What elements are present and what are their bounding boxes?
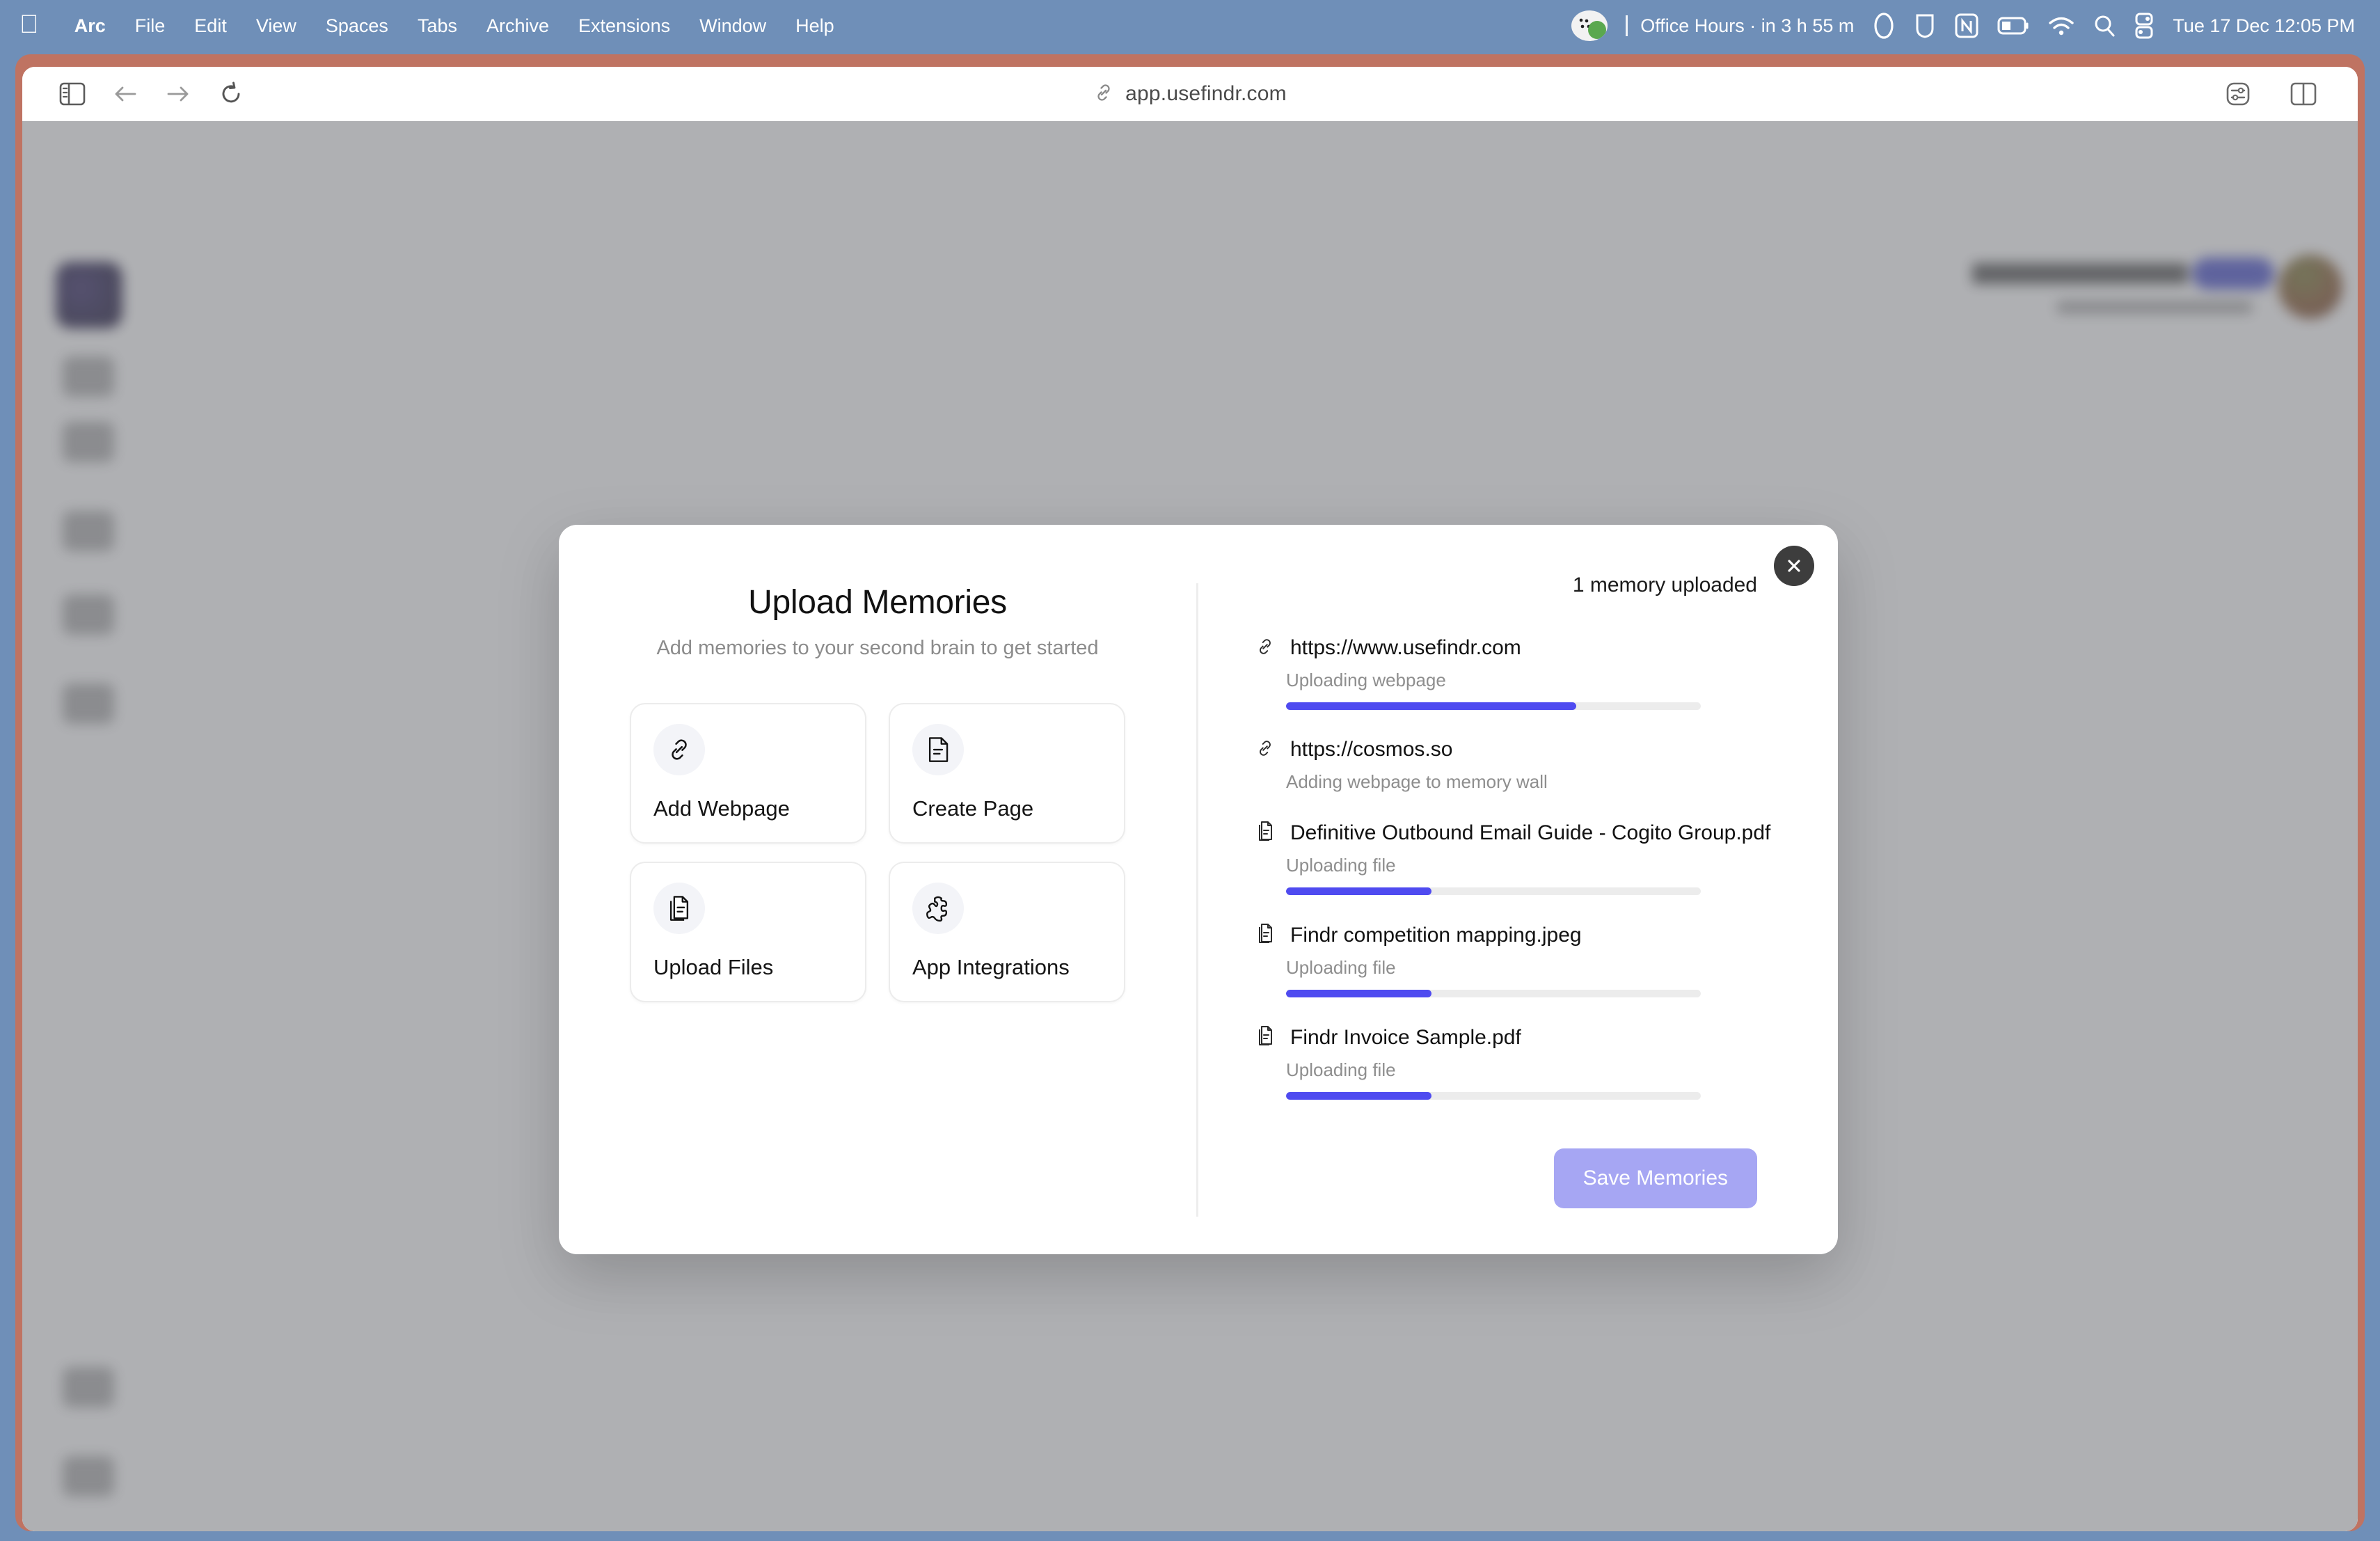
upload-item[interactable]: Definitive Outbound Email Guide - Cogito… bbox=[1255, 821, 1772, 895]
link-icon bbox=[1255, 637, 1275, 660]
menu-item-file[interactable]: File bbox=[120, 15, 180, 37]
link-icon bbox=[1255, 738, 1275, 761]
modal-subtitle: Add memories to your second brain to get… bbox=[656, 637, 1099, 659]
upload-progress-track bbox=[1286, 702, 1701, 710]
upload-memories-modal: Upload Memories Add memories to your sec… bbox=[559, 525, 1838, 1254]
link-icon bbox=[1093, 82, 1114, 106]
browser-content-frame: app.usefindr.com Upload Memories Add mem… bbox=[22, 67, 2358, 1531]
split-view-icon[interactable] bbox=[2277, 72, 2330, 116]
upload-item-name: Findr competition mapping.jpeg bbox=[1290, 923, 1582, 947]
upload-item-name: Findr Invoice Sample.pdf bbox=[1290, 1025, 1521, 1049]
upload-list: https://www.usefindr.com Uploading webpa… bbox=[1255, 636, 1772, 1128]
file-icon bbox=[1255, 821, 1275, 845]
upload-item-head: Findr competition mapping.jpeg bbox=[1255, 923, 1772, 947]
menu-item-arc[interactable]: Arc bbox=[60, 15, 120, 37]
upload-progress-fill bbox=[1286, 990, 1431, 997]
add-webpage-label: Add Webpage bbox=[653, 796, 790, 821]
upload-item-status: Uploading file bbox=[1286, 1059, 1396, 1080]
uploaded-count: 1 memory uploaded bbox=[1572, 574, 1757, 596]
forward-arrow-icon[interactable] bbox=[152, 72, 205, 116]
browser-window: app.usefindr.com Upload Memories Add mem… bbox=[15, 54, 2365, 1531]
upload-progress-track bbox=[1286, 887, 1701, 895]
wifi-icon[interactable] bbox=[2047, 15, 2075, 36]
menu-item-view[interactable]: View bbox=[241, 15, 311, 37]
modal-right-panel: 1 memory uploaded https://www.usefindr.c… bbox=[1198, 525, 1838, 1254]
upload-item-name: https://www.usefindr.com bbox=[1290, 636, 1521, 659]
toolbar-nav-group bbox=[22, 72, 257, 116]
menu-item-edit[interactable]: Edit bbox=[180, 15, 241, 37]
menu-item-help[interactable]: Help bbox=[781, 15, 849, 37]
app-integrations-card[interactable]: App Integrations bbox=[889, 862, 1125, 1002]
upload-item-status: Uploading webpage bbox=[1286, 670, 1446, 690]
upload-files-card[interactable]: Upload Files bbox=[630, 862, 866, 1002]
upload-item-status: Uploading file bbox=[1286, 957, 1396, 978]
link-icon bbox=[653, 724, 705, 775]
upload-item[interactable]: https://cosmos.so Adding webpage to memo… bbox=[1255, 738, 1772, 793]
upload-item-head: Findr Invoice Sample.pdf bbox=[1255, 1025, 1772, 1050]
upload-progress-fill bbox=[1286, 887, 1431, 895]
upload-progress-track bbox=[1286, 1092, 1701, 1100]
url-text: app.usefindr.com bbox=[1125, 82, 1287, 105]
save-memories-button[interactable]: Save Memories bbox=[1553, 1148, 1757, 1208]
modal-left-panel: Upload Memories Add memories to your sec… bbox=[559, 525, 1196, 1254]
menu-item-window[interactable]: Window bbox=[685, 15, 781, 37]
notion-icon[interactable] bbox=[1954, 13, 1979, 39]
save-row: Save Memories bbox=[1255, 1148, 1772, 1208]
search-icon[interactable] bbox=[2093, 14, 2116, 38]
upload-progress-track bbox=[1286, 990, 1701, 997]
upload-item-head: https://cosmos.so bbox=[1255, 738, 1772, 761]
file-icon bbox=[1255, 1025, 1275, 1050]
menubar-status-items: Office Hours · in 3 h 55 m Tue 17 Dec 12… bbox=[1571, 10, 2380, 41]
upload-item-name: https://cosmos.so bbox=[1290, 738, 1453, 761]
app-integrations-label: App Integrations bbox=[912, 955, 1070, 979]
app-status-icon[interactable] bbox=[1571, 10, 1608, 41]
menu-item-tabs[interactable]: Tabs bbox=[403, 15, 472, 37]
web-page-content: Upload Memories Add memories to your sec… bbox=[22, 121, 2358, 1531]
create-page-card[interactable]: Create Page bbox=[889, 703, 1125, 844]
upload-item-head: https://www.usefindr.com bbox=[1255, 636, 1772, 660]
upload-progress-fill bbox=[1286, 702, 1577, 710]
document-icon bbox=[912, 724, 964, 775]
clipboard-icon[interactable] bbox=[1914, 12, 1936, 40]
menu-item-archive[interactable]: Archive bbox=[472, 15, 564, 37]
close-icon[interactable] bbox=[1774, 546, 1814, 586]
status-divider bbox=[1626, 15, 1628, 36]
upload-item-head: Definitive Outbound Email Guide - Cogito… bbox=[1255, 821, 1772, 845]
battery-icon[interactable] bbox=[1997, 16, 2029, 35]
upload-files-label: Upload Files bbox=[653, 955, 774, 979]
upload-item-status: Uploading file bbox=[1286, 855, 1396, 876]
upload-item[interactable]: https://www.usefindr.com Uploading webpa… bbox=[1255, 636, 1772, 710]
url-bar[interactable]: app.usefindr.com bbox=[22, 82, 2358, 106]
calendar-status-text[interactable]: Office Hours · in 3 h 55 m bbox=[1640, 15, 1854, 37]
control-center-icon[interactable] bbox=[2134, 13, 2155, 39]
file-icon bbox=[1255, 923, 1275, 947]
add-webpage-card[interactable]: Add Webpage bbox=[630, 703, 866, 844]
menubar-app-menus:  Arc File Edit View Spaces Tabs Archive… bbox=[0, 11, 849, 37]
apple-logo-icon[interactable]:  bbox=[19, 11, 39, 37]
page-title: Upload Memories bbox=[748, 584, 1007, 621]
back-arrow-icon[interactable] bbox=[99, 72, 152, 116]
ring-progress-icon[interactable] bbox=[1872, 12, 1896, 40]
macos-menubar:  Arc File Edit View Spaces Tabs Archive… bbox=[0, 0, 2380, 52]
reload-icon[interactable] bbox=[205, 72, 257, 116]
toolbar-right-group bbox=[2212, 72, 2358, 116]
upload-options-grid: Add Webpage Create Page Upload Files App… bbox=[630, 703, 1125, 1002]
create-page-label: Create Page bbox=[912, 796, 1034, 821]
upload-item[interactable]: Findr competition mapping.jpeg Uploading… bbox=[1255, 923, 1772, 997]
upload-item-name: Definitive Outbound Email Guide - Cogito… bbox=[1290, 821, 1771, 844]
upload-progress-fill bbox=[1286, 1092, 1431, 1100]
puzzle-piece-icon bbox=[912, 883, 964, 934]
browser-toolbar: app.usefindr.com bbox=[22, 67, 2358, 121]
files-icon bbox=[653, 883, 705, 934]
upload-item[interactable]: Findr Invoice Sample.pdf Uploading file bbox=[1255, 1025, 1772, 1100]
menu-item-extensions[interactable]: Extensions bbox=[564, 15, 685, 37]
clock-datetime[interactable]: Tue 17 Dec 12:05 PM bbox=[2173, 15, 2355, 37]
settings-sliders-icon[interactable] bbox=[2212, 72, 2264, 116]
menu-item-spaces[interactable]: Spaces bbox=[311, 15, 403, 37]
sidebar-toggle-icon[interactable] bbox=[46, 72, 99, 116]
upload-item-status: Adding webpage to memory wall bbox=[1286, 771, 1548, 792]
